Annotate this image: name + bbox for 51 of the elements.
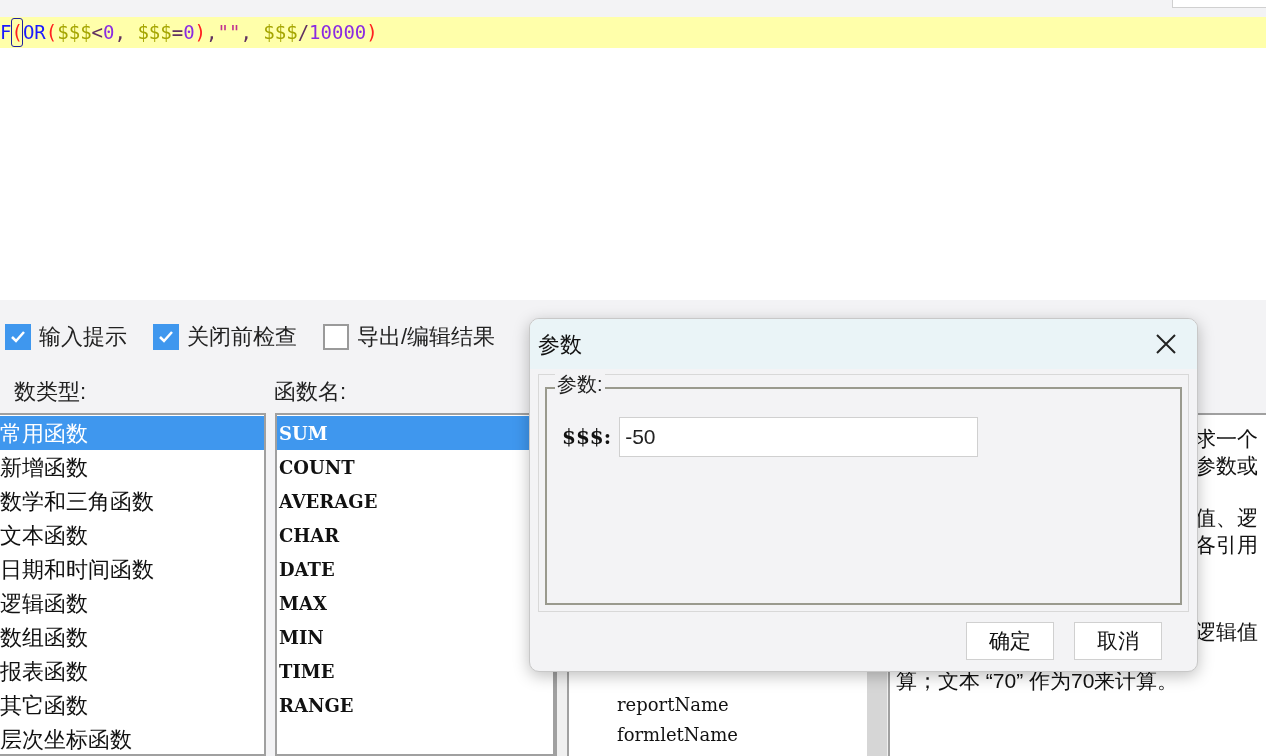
tree-item[interactable]: reportName	[617, 689, 739, 719]
formula-editor[interactable]: F(OR($$$<0, $$$=0),"", $$$/10000)	[0, 17, 1266, 300]
checkbox-label: 导出/编辑结果	[357, 323, 496, 351]
dialog-title: 参数	[538, 330, 582, 359]
code-token: 0	[183, 20, 195, 46]
list-item[interactable]: RANGE	[277, 688, 553, 722]
code-token: =	[171, 20, 184, 46]
code-token: <	[91, 20, 104, 46]
description-text: 各引用	[1195, 532, 1258, 558]
checkbox-label: 关闭前检查	[187, 323, 297, 351]
code-token: ""	[217, 20, 241, 46]
tree-item[interactable]: formletName	[617, 719, 739, 749]
list-label: 函数名:	[274, 378, 347, 406]
list-item[interactable]: 报表函数	[0, 654, 264, 688]
dialog-button[interactable]: 确定	[966, 622, 1054, 660]
code-token: ,	[240, 20, 253, 46]
description-text: 值、逻	[1195, 505, 1258, 529]
description-text: 参数或	[1195, 453, 1258, 479]
checkbox[interactable]	[323, 323, 349, 350]
close-icon[interactable]	[1155, 333, 1177, 355]
checkbox-label: 输入提示	[39, 323, 127, 351]
code-token: $$$	[263, 20, 298, 46]
code-token: 10000	[309, 20, 367, 46]
input-field[interactable]: -50	[619, 417, 979, 457]
list-item[interactable]: 逻辑函数	[0, 586, 264, 620]
list-item[interactable]: 日期和时间函数	[0, 552, 264, 586]
list-item[interactable]: 数组函数	[0, 620, 264, 654]
list-item[interactable]: 数学和三角函数	[0, 484, 264, 518]
code-token: ,	[114, 20, 127, 46]
code-token: (	[11, 18, 23, 47]
list-item[interactable]: 新增函数	[0, 450, 264, 484]
code-token: )	[366, 20, 378, 46]
code-token: $$$	[137, 20, 172, 46]
list-label: 数类型:	[14, 378, 87, 406]
dialog-button[interactable]: 取消	[1074, 622, 1162, 660]
code-token: $$$	[57, 20, 92, 46]
code-token: ,	[206, 20, 218, 46]
description-text: 算；文本 “70” 作为70来计算。	[896, 668, 1179, 694]
input-field[interactable]	[1172, 0, 1266, 8]
code-token: )	[194, 20, 207, 46]
code-token: F	[0, 20, 12, 46]
list-item[interactable]: 其它函数	[0, 688, 264, 722]
code-token: /	[297, 20, 310, 46]
list-item[interactable]: 层次坐标函数	[0, 722, 264, 756]
checkbox[interactable]	[5, 323, 31, 350]
list-item[interactable]: 文本函数	[0, 518, 264, 552]
checkbox[interactable]	[153, 323, 179, 350]
field-label: $$$:	[562, 424, 612, 451]
code-token: 0	[103, 20, 115, 46]
code-token: OR	[22, 20, 46, 46]
code-token: (	[45, 20, 58, 46]
